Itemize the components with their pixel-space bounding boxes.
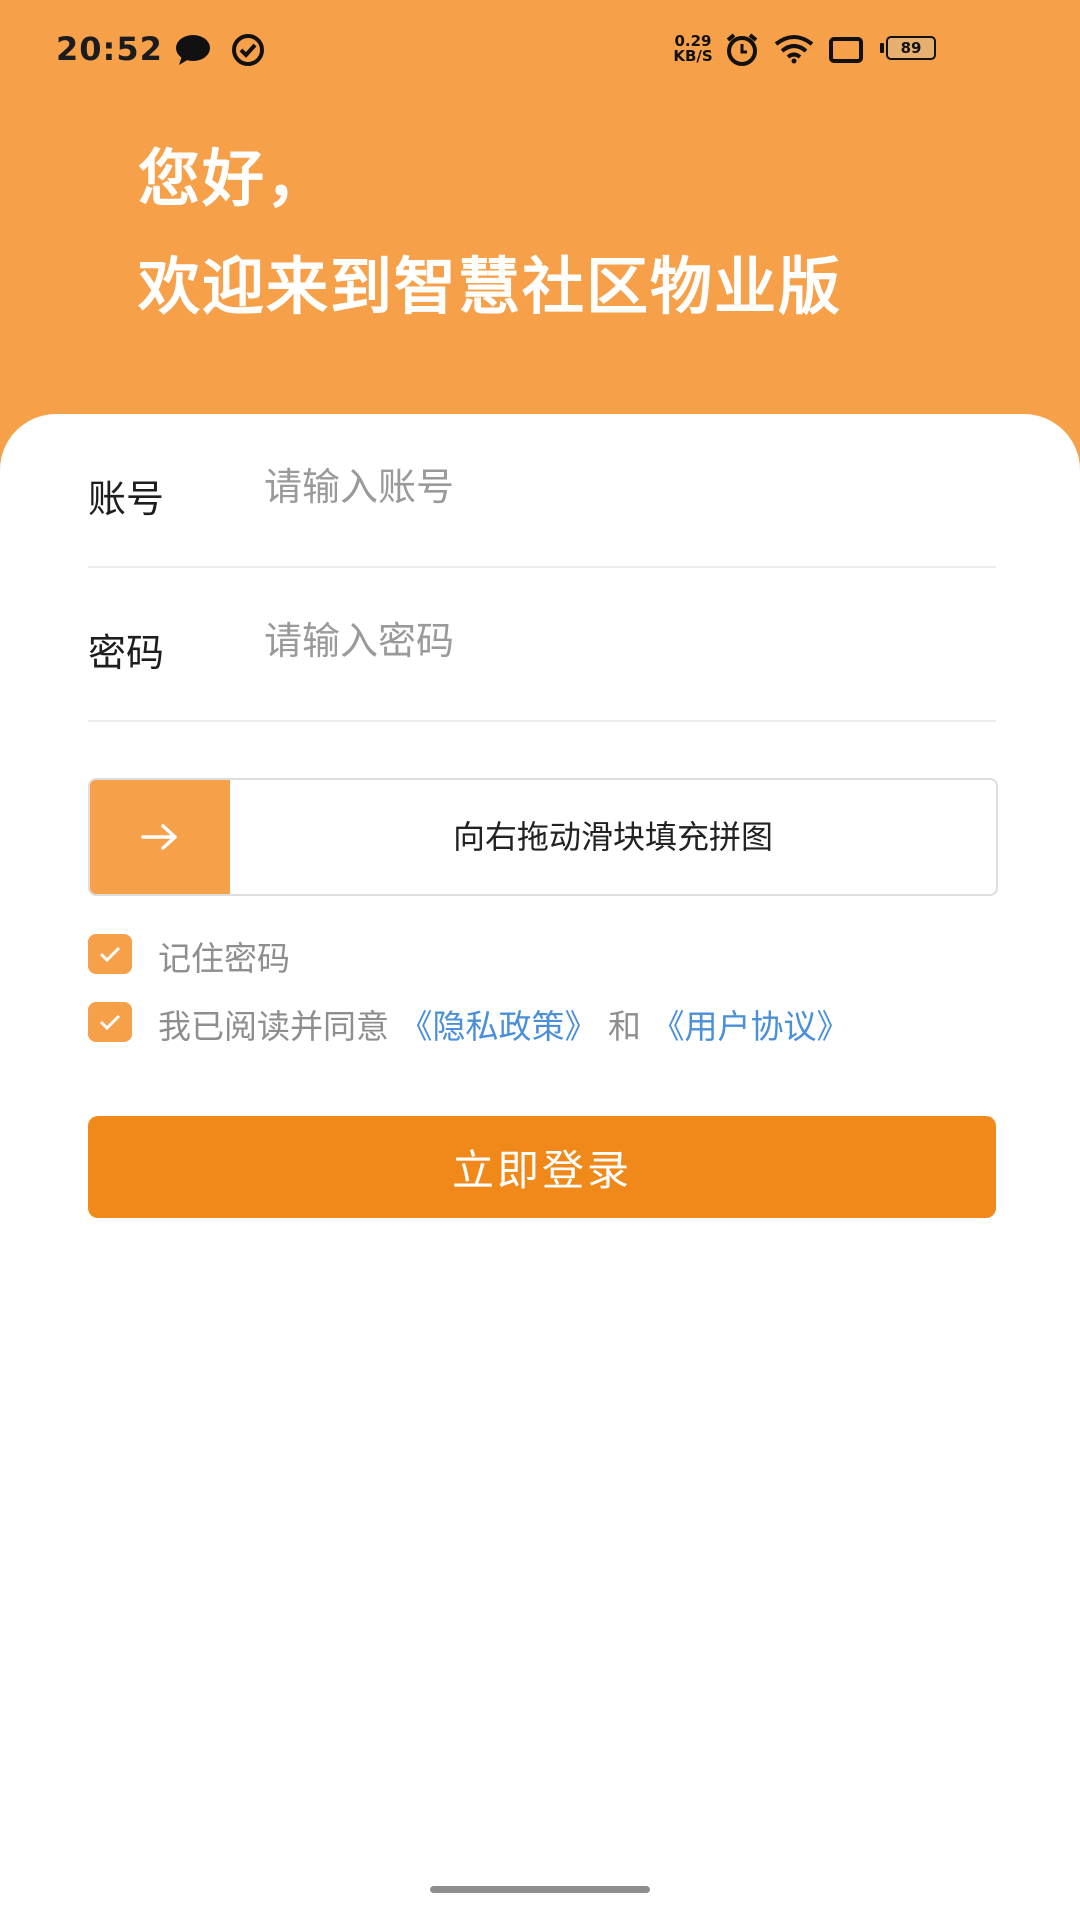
password-input[interactable] bbox=[262, 610, 986, 672]
account-label: 账号 bbox=[88, 477, 165, 521]
status-time: 20:52 bbox=[56, 30, 163, 68]
greeting-text: 您好， bbox=[138, 142, 331, 215]
agreement-conjunction: 和 bbox=[608, 1007, 641, 1046]
home-indicator bbox=[430, 1886, 650, 1893]
password-label: 密码 bbox=[88, 631, 165, 675]
alarm-icon bbox=[726, 33, 758, 66]
status-bar: 20:52 0.29 KB/S 89 bbox=[0, 0, 1080, 100]
slider-hint: 向右拖动滑块填充拼图 bbox=[452, 818, 773, 856]
net-speed-unit: KB/S bbox=[673, 47, 713, 65]
header-banner: 20:52 0.29 KB/S 89 您好， 欢迎来到智慧社区物业版 bbox=[0, 0, 1080, 470]
agreement-prefix: 我已阅读并同意 bbox=[158, 1007, 389, 1046]
privacy-policy-link[interactable]: 《隐私政策》 bbox=[400, 1007, 598, 1046]
agreement-text: 我已阅读并同意 《隐私政策》 和 《用户协议》 bbox=[158, 1000, 850, 1048]
remember-label: 记住密码 bbox=[158, 939, 290, 978]
account-field: 账号 bbox=[88, 416, 996, 568]
password-field: 密码 bbox=[88, 570, 996, 722]
battery-level: 89 bbox=[886, 36, 936, 60]
checkmark-icon bbox=[99, 1014, 121, 1031]
net-speed: 0.29 KB/S bbox=[668, 34, 718, 64]
battery-icon: 89 bbox=[880, 36, 938, 60]
wifi-icon bbox=[774, 35, 814, 64]
checkmark-icon bbox=[99, 946, 121, 963]
agreement-checkbox[interactable] bbox=[88, 1002, 132, 1042]
welcome-text: 欢迎来到智慧社区物业版 bbox=[138, 250, 843, 323]
login-button[interactable]: 立即登录 bbox=[88, 1116, 996, 1218]
remember-checkbox[interactable] bbox=[88, 934, 132, 974]
captcha-slider: 向右拖动滑块填充拼图 bbox=[88, 778, 998, 896]
screen-icon bbox=[829, 37, 863, 63]
account-input[interactable] bbox=[262, 456, 986, 518]
chat-icon bbox=[176, 35, 210, 65]
arrow-right-icon bbox=[141, 824, 177, 850]
check-circle-icon bbox=[232, 34, 264, 66]
slider-handle[interactable] bbox=[90, 780, 230, 894]
user-agreement-link[interactable]: 《用户协议》 bbox=[652, 1007, 850, 1046]
